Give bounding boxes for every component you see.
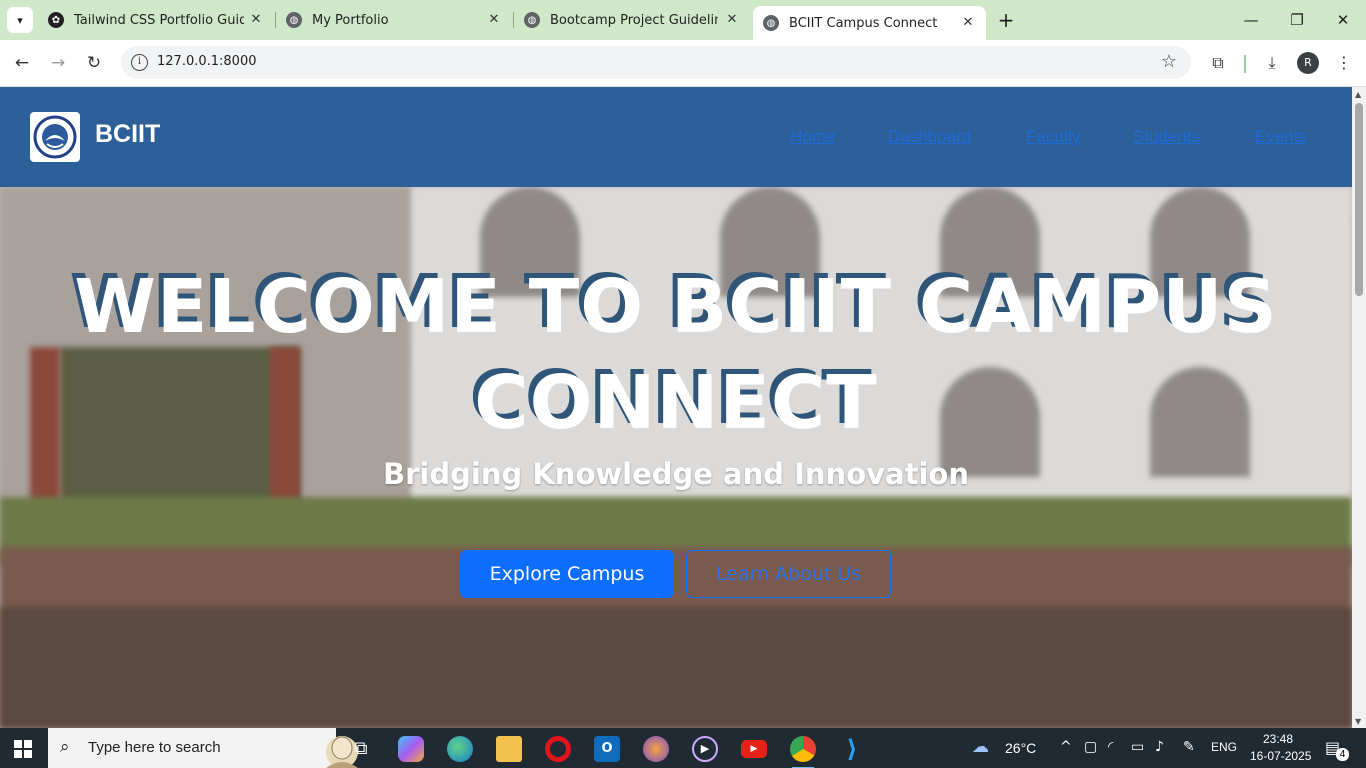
scroll-up-arrow-icon[interactable]: ▲ <box>1355 90 1361 99</box>
chrome-icon[interactable] <box>790 736 816 768</box>
youtube-icon[interactable]: ▶ <box>741 740 767 758</box>
nav-link-faculty[interactable]: Faculty <box>1026 127 1081 147</box>
file-explorer-icon[interactable] <box>496 736 522 762</box>
nav-link-home[interactable]: Home <box>790 127 835 147</box>
windows-start-icon[interactable] <box>14 740 32 758</box>
weather-cloud-icon[interactable]: ☁ <box>972 737 989 757</box>
minimize-icon[interactable]: — <box>1236 8 1266 32</box>
show-hidden-icons-chevron-icon[interactable]: ^ <box>1060 739 1072 755</box>
hero-section: WELCOME TO BCIIT CAMPUS CONNECT Bridging… <box>0 187 1352 728</box>
nav-link-students[interactable]: Students <box>1133 127 1200 147</box>
brand-name[interactable]: BCIIT <box>95 120 160 149</box>
tab-bootcamp-guidelines[interactable]: ◍ Bootcamp Project Guidelines: To ✕ <box>524 6 740 34</box>
nav-link-events[interactable]: Events <box>1255 127 1307 147</box>
hero-title-line-2: CONNECT <box>474 360 878 446</box>
tab-close-icon[interactable]: ✕ <box>724 12 740 28</box>
tab-close-icon[interactable]: ✕ <box>248 12 264 28</box>
bciit-logo[interactable] <box>30 112 80 162</box>
globe-favicon-icon: ◍ <box>286 12 302 28</box>
tab-separator <box>513 12 514 28</box>
site-info-icon[interactable]: i <box>131 54 148 71</box>
tab-my-portfolio[interactable]: ◍ My Portfolio ✕ <box>286 6 502 34</box>
copilot-icon[interactable] <box>398 736 424 762</box>
tab-title: BCIIT Campus Connect <box>789 15 938 31</box>
nav-link-dashboard[interactable]: Dashboard <box>888 127 971 147</box>
browser-toolbar: ← → ↻ i 127.0.0.1:8000 ☆ ⧉ ⤓ R ⋮ <box>0 40 1366 87</box>
globe-favicon-icon: ◍ <box>524 12 540 28</box>
hero-subtitle: Bridging Knowledge and Innovation <box>383 457 969 491</box>
tab-title: Bootcamp Project Guidelines: To <box>550 12 718 28</box>
scroll-down-arrow-icon[interactable]: ▼ <box>1355 717 1361 726</box>
vscode-icon[interactable]: ⟩ <box>839 736 865 762</box>
extensions-puzzle-icon[interactable]: ⧉ <box>1206 51 1230 75</box>
hero-title-line-1: WELCOME TO BCIIT CAMPUS <box>74 264 1278 350</box>
page-viewport: BCIIT Home Dashboard Faculty Students Ev… <box>0 87 1352 728</box>
firefox-icon[interactable] <box>643 736 669 762</box>
tab-close-icon[interactable]: ✕ <box>960 15 976 31</box>
new-tab-plus-icon[interactable]: + <box>995 10 1017 32</box>
clock-date[interactable]: 16-07-2025 <box>1250 749 1311 763</box>
profile-avatar[interactable]: R <box>1297 52 1319 74</box>
explore-campus-button[interactable]: Explore Campus <box>460 550 674 598</box>
reload-icon[interactable]: ↻ <box>82 51 106 75</box>
openai-favicon-icon: ✿ <box>48 12 64 28</box>
hero-title: WELCOME TO BCIIT CAMPUS CONNECT <box>0 259 1352 451</box>
meet-now-icon[interactable]: ▢ <box>1084 739 1097 755</box>
wifi-icon[interactable]: ◜ <box>1108 739 1113 755</box>
media-player-icon[interactable]: ▶ <box>692 736 718 762</box>
opera-icon[interactable] <box>545 736 571 762</box>
clock-time[interactable]: 23:48 <box>1263 732 1293 746</box>
pen-icon[interactable]: ✎ <box>1183 739 1195 755</box>
tab-search-chevron-icon[interactable]: ▾ <box>7 7 33 33</box>
input-language[interactable]: ENG <box>1211 740 1237 754</box>
volume-icon[interactable]: ♪ <box>1155 739 1164 755</box>
site-navbar: BCIIT Home Dashboard Faculty Students Ev… <box>0 87 1352 187</box>
outlook-icon[interactable]: O <box>594 736 620 762</box>
tab-close-icon[interactable]: ✕ <box>486 12 502 28</box>
url-text[interactable]: 127.0.0.1:8000 <box>157 54 257 69</box>
tab-bciit-campus-connect[interactable]: ◍ BCIIT Campus Connect ✕ <box>753 6 986 40</box>
tab-strip: ▾ ✿ Tailwind CSS Portfolio Guide ✕ ◍ My … <box>0 0 1366 40</box>
globe-favicon-icon: ◍ <box>763 15 779 31</box>
notification-count-badge: 4 <box>1336 748 1349 761</box>
windows-taskbar: ⌕ Type here to search ⧉ O ▶ ▶ ⟩ ☁ 26°C ^… <box>0 728 1366 768</box>
back-arrow-icon[interactable]: ← <box>10 51 34 75</box>
menu-kebab-icon[interactable]: ⋮ <box>1332 51 1356 75</box>
search-icon: ⌕ <box>60 737 70 757</box>
taskbar-search-box[interactable]: ⌕ Type here to search <box>48 728 358 768</box>
forward-arrow-icon[interactable]: → <box>46 51 70 75</box>
address-bar[interactable]: i 127.0.0.1:8000 ☆ <box>121 46 1191 79</box>
toolbar-divider <box>1244 55 1246 73</box>
tab-title: My Portfolio <box>312 12 389 28</box>
tab-separator <box>275 12 276 28</box>
page-scrollbar[interactable]: ▲ ▼ <box>1352 87 1366 728</box>
restore-icon[interactable]: ❐ <box>1282 8 1312 32</box>
tab-tailwind-guide[interactable]: ✿ Tailwind CSS Portfolio Guide ✕ <box>48 6 264 34</box>
bookmark-star-icon[interactable]: ☆ <box>1161 51 1177 72</box>
learn-about-us-button[interactable]: Learn About Us <box>686 550 891 598</box>
taskbar-search-placeholder[interactable]: Type here to search <box>88 739 221 756</box>
task-view-icon[interactable]: ⧉ <box>348 736 374 762</box>
download-icon[interactable]: ⤓ <box>1260 51 1284 75</box>
bciit-emblem-icon <box>33 115 77 159</box>
weather-temperature[interactable]: 26°C <box>1005 740 1036 756</box>
tab-title: Tailwind CSS Portfolio Guide <box>74 12 244 28</box>
scrollbar-thumb[interactable] <box>1355 103 1363 296</box>
close-window-icon[interactable]: ✕ <box>1328 8 1358 32</box>
edge-browser-icon[interactable] <box>447 736 473 762</box>
battery-icon[interactable]: ▭ <box>1131 739 1144 755</box>
